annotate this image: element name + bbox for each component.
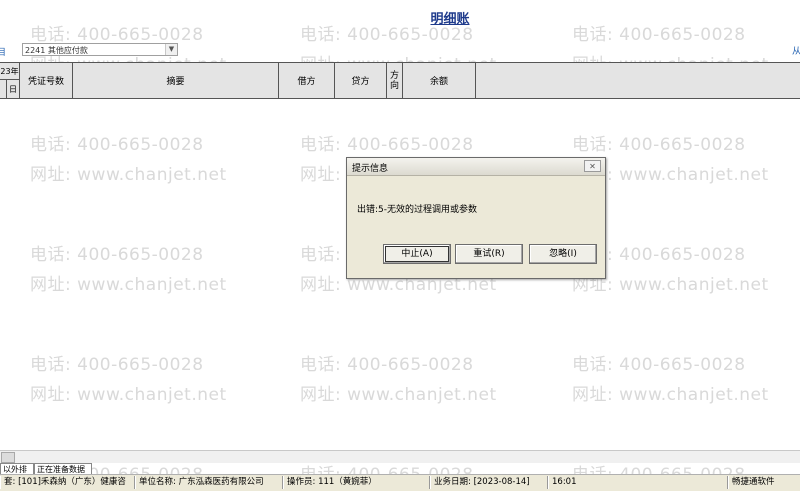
- watermark-phone: 电话: 400-665-0028: [572, 25, 746, 45]
- ignore-button[interactable]: 忽略(I): [529, 244, 597, 264]
- error-dialog: 提示信息 ✕ 出错:5-无效的过程调用或参数 中止(A) 重试(R) 忽略(I): [346, 157, 606, 279]
- range-from-label: 从: [792, 47, 800, 57]
- col-direction-line1: 方: [389, 70, 399, 81]
- close-icon[interactable]: ✕: [584, 160, 601, 172]
- dialog-titlebar[interactable]: 提示信息 ✕: [347, 158, 605, 176]
- col-direction[interactable]: 方 向: [387, 63, 403, 98]
- col-year[interactable]: 23年: [0, 63, 20, 80]
- col-summary[interactable]: 摘要: [73, 63, 279, 98]
- status-bar: 套: [101]禾森纳（广东）健康咨 单位名称: 广东泓森医药有限公司 操作员:…: [0, 474, 800, 491]
- dialog-title: 提示信息: [352, 164, 389, 174]
- scrollbar-thumb[interactable]: [1, 452, 15, 463]
- status-operator: 操作员: 111（黄婉菲）: [283, 476, 430, 489]
- status-unit-name: 单位名称: 广东泓森医药有限公司: [135, 476, 283, 489]
- status-business-date: 业务日期: [2023-08-14]: [430, 476, 548, 489]
- chevron-down-icon[interactable]: ▼: [165, 44, 177, 55]
- status-time: 16:01: [548, 476, 728, 489]
- col-direction-line2: 向: [389, 80, 399, 91]
- retry-button[interactable]: 重试(R): [455, 244, 523, 264]
- status-account: 套: [101]禾森纳（广东）健康咨: [0, 476, 135, 489]
- watermark-phone: 电话: 400-665-0028: [30, 25, 204, 45]
- col-balance[interactable]: 余额: [403, 63, 476, 98]
- col-day[interactable]: 日: [7, 80, 20, 98]
- subject-label: 科目: [0, 48, 7, 58]
- page-title: 明细账: [430, 12, 470, 27]
- subject-select-value: 2241 其他应付款: [25, 46, 88, 55]
- col-month[interactable]: [0, 80, 7, 98]
- horizontal-scrollbar[interactable]: [0, 450, 800, 463]
- tab-preparing-data[interactable]: 正在准备数据: [34, 463, 92, 474]
- col-credit[interactable]: 贷方: [335, 63, 387, 98]
- abort-button[interactable]: 中止(A): [383, 244, 451, 264]
- dialog-message: 出错:5-无效的过程调用或参数: [357, 205, 478, 215]
- col-voucher-number[interactable]: 凭证号数: [20, 63, 73, 98]
- status-brand: 畅捷通软件: [728, 476, 800, 489]
- tab-outside[interactable]: 以外排: [0, 463, 34, 474]
- subject-select[interactable]: 2241 其他应付款 ▼: [22, 43, 178, 56]
- col-debit[interactable]: 借方: [279, 63, 335, 98]
- ledger-grid-header: 23年 日 凭证号数 摘要 借方 贷方 方 向 余额: [0, 62, 800, 99]
- sheet-tabs: 以外排 正在准备数据: [0, 463, 800, 474]
